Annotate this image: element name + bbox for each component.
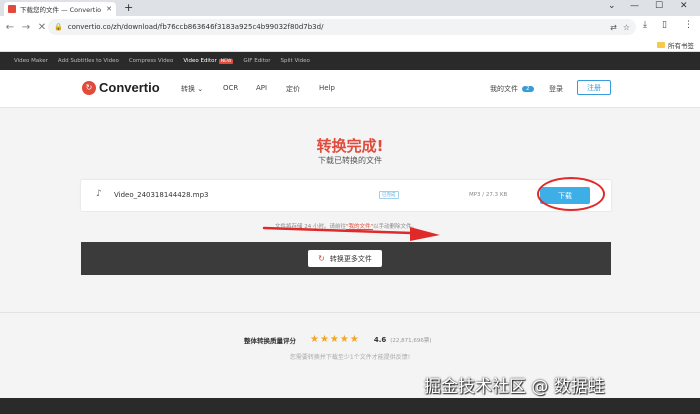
convertio-logo[interactable]: ↻ Convertio	[82, 80, 160, 95]
nav-api[interactable]: API	[256, 84, 267, 92]
my-files-link[interactable]: 我的文件 2	[490, 84, 534, 94]
browser-tab[interactable]: 下载您的文件 — Convertio ✕	[4, 2, 116, 16]
more-files-bar: ↻ 转换更多文件	[81, 242, 611, 275]
rating-section: 整体转换质量评分 ★★★★★ 4.6 (22,871,696票)	[244, 334, 432, 345]
tool-video-maker[interactable]: Video Maker	[14, 58, 48, 64]
bookmark-star-icon[interactable]: ☆	[623, 23, 630, 32]
close-tab-icon[interactable]: ✕	[106, 5, 112, 13]
tool-video-editor-label: Video Editor	[183, 58, 217, 64]
all-bookmarks-label: 所有书签	[668, 42, 694, 50]
my-files-label: 我的文件	[490, 85, 518, 93]
convert-more-files-button[interactable]: ↻ 转换更多文件	[308, 250, 382, 267]
nav-convert[interactable]: 转换 ⌄	[181, 84, 203, 94]
red-arrow-annotation-icon	[262, 226, 440, 241]
lock-icon[interactable]: 🔒	[54, 23, 63, 31]
chevron-down-icon[interactable]: ⌄	[608, 1, 616, 11]
files-count-badge: 2	[522, 86, 534, 92]
convert-more-label: 转换更多文件	[329, 254, 372, 263]
download-icon[interactable]: ⤓	[643, 20, 647, 30]
translate-icon[interactable]: ⇄	[610, 23, 617, 32]
tool-compress-video[interactable]: Compress Video	[129, 58, 173, 64]
bookmarks-bar: 所有书签	[0, 38, 700, 52]
footer-bar	[0, 398, 700, 414]
main-nav: ↻ Convertio 转换 ⌄ OCR API 定价 Help 我的文件 2 登…	[0, 70, 700, 108]
watermark: 掘金技术社区 @ 数据蛙	[424, 377, 605, 397]
address-bar[interactable]: 🔒 convertio.co/zh/download/fb76ccb863646…	[48, 19, 636, 35]
tab-title: 下载您的文件 — Convertio	[20, 6, 102, 14]
nav-ocr[interactable]: OCR	[223, 84, 238, 92]
login-link[interactable]: 登录	[549, 84, 563, 94]
tool-add-subtitles[interactable]: Add Subtitles to Video	[58, 58, 119, 64]
new-badge: NEW	[218, 59, 234, 64]
page-subtitle: 下载已转换的文件	[318, 156, 382, 165]
back-icon[interactable]: ←	[2, 22, 18, 33]
convertio-logo-icon: ↻	[82, 80, 96, 95]
tool-split-video[interactable]: Split Video	[281, 58, 310, 64]
tool-gif-editor[interactable]: GIF Editor	[243, 58, 270, 64]
url-text[interactable]: convertio.co/zh/download/fb76ccb863646f3…	[68, 23, 604, 31]
browser-toolbar: ← → ✕ 🔒 convertio.co/zh/download/fb76ccb…	[0, 16, 700, 38]
file-name: Video_240318144428.mp3	[114, 191, 209, 199]
maximize-icon[interactable]: ☐	[655, 1, 663, 11]
download-button[interactable]: 下载	[540, 187, 590, 204]
section-divider	[0, 312, 700, 313]
rating-score: 4.6	[373, 335, 387, 344]
file-row: ♪ Video_240318144428.mp3 已完成 MP3 / 27.3 …	[81, 180, 611, 211]
rating-votes: (22,871,696票)	[390, 337, 432, 344]
logo-text: Convertio	[99, 80, 160, 95]
file-info: MP3 / 27.3 KB	[469, 192, 508, 198]
rating-hint: 您需要转换并下载至少1个文件才能提供反馈!	[289, 354, 411, 361]
browser-tab-bar: 下载您的文件 — Convertio ✕ + ⌄ — ☐ ✕	[0, 0, 700, 16]
sidebar-icon[interactable]: ▯	[662, 20, 667, 30]
forward-icon[interactable]: →	[18, 22, 34, 33]
new-tab-icon[interactable]: +	[124, 1, 133, 14]
tools-strip: Video Maker Add Subtitles to Video Compr…	[0, 52, 700, 70]
menu-icon[interactable]: ⋮	[684, 20, 693, 30]
rating-label: 整体转换质量评分	[244, 336, 296, 345]
all-bookmarks-folder[interactable]: 所有书签	[657, 40, 694, 50]
nav-convert-label: 转换	[181, 85, 195, 93]
minimize-icon[interactable]: —	[630, 1, 639, 11]
status-badge: 已完成	[379, 191, 399, 199]
chevron-down-icon: ⌄	[197, 85, 204, 93]
register-button[interactable]: 注册	[577, 80, 611, 95]
star-rating-icon[interactable]: ★★★★★	[310, 334, 360, 345]
tool-video-editor[interactable]: Video Editor NEW	[183, 58, 234, 64]
page-title: 转换完成!	[316, 137, 384, 155]
music-note-icon: ♪	[96, 189, 102, 199]
nav-pricing[interactable]: 定价	[286, 84, 300, 94]
nav-help[interactable]: Help	[319, 84, 335, 92]
refresh-icon: ↻	[318, 254, 325, 263]
convertio-favicon-icon	[8, 5, 16, 13]
folder-icon	[657, 42, 665, 48]
close-window-icon[interactable]: ✕	[680, 1, 688, 11]
